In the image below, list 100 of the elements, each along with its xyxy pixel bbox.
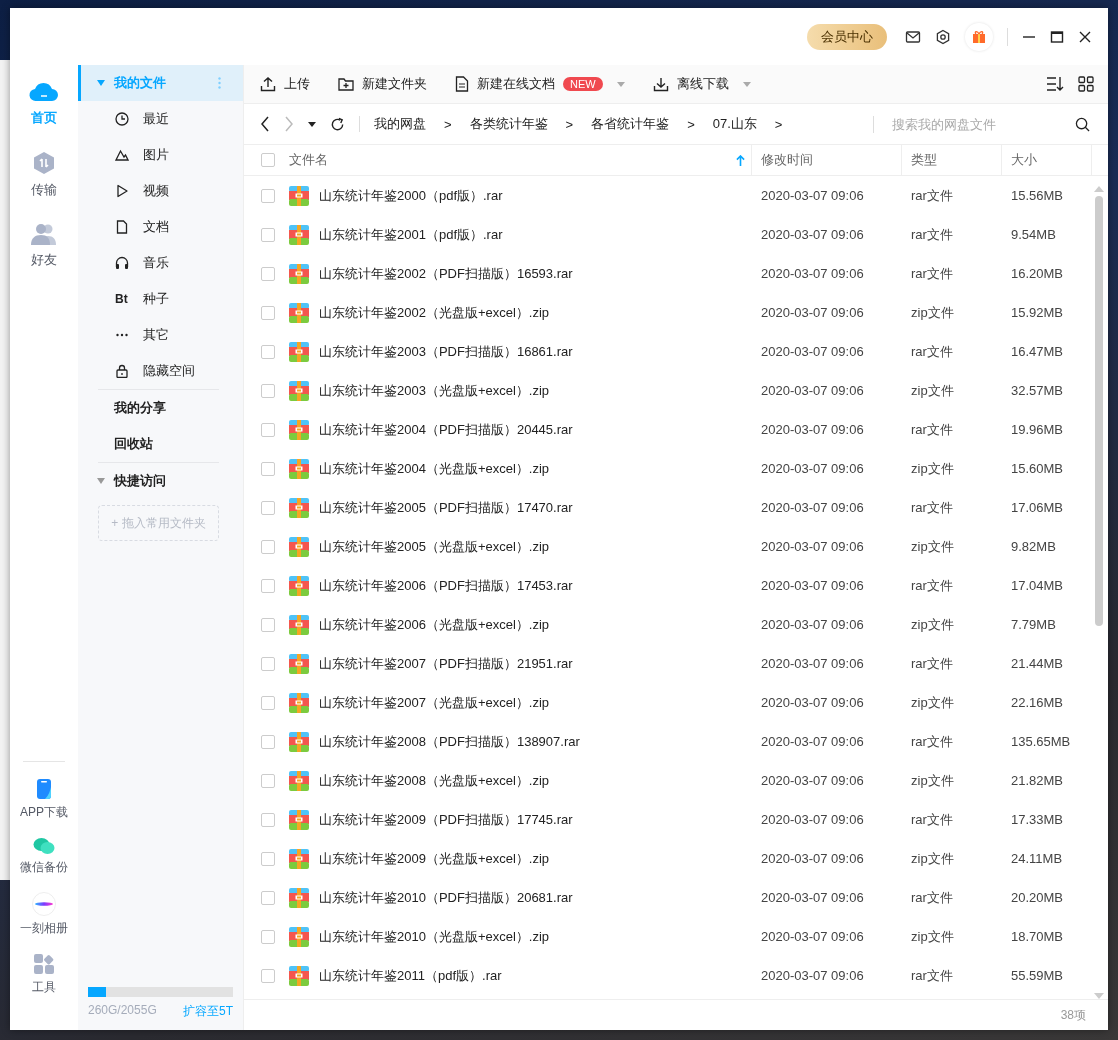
file-row[interactable]: 山东统计年鉴2005（PDF扫描版）17470.rar 2020-03-07 09:06 rar文件 17.06MB bbox=[244, 488, 1094, 527]
row-checkbox[interactable] bbox=[261, 773, 275, 788]
breadcrumb-link[interactable]: 各类统计年鉴 bbox=[469, 115, 548, 133]
sort-icon[interactable] bbox=[1046, 76, 1064, 92]
search-field[interactable]: 搜索我的网盘文件 bbox=[873, 115, 1090, 133]
row-checkbox[interactable] bbox=[261, 812, 275, 827]
select-all-checkbox[interactable] bbox=[261, 153, 275, 167]
item-count: 38项 bbox=[1060, 1006, 1086, 1024]
toolbar-button[interactable]: 离线下载 bbox=[652, 75, 751, 93]
file-row[interactable]: 山东统计年鉴2002（光盘版+excel）.zip 2020-03-07 09:06 zip文件 15.92MB bbox=[244, 293, 1094, 332]
file-size: 9.54MB bbox=[1010, 227, 1057, 242]
row-checkbox[interactable] bbox=[261, 929, 275, 944]
row-checkbox[interactable] bbox=[261, 422, 275, 437]
category-item[interactable]: 图片 bbox=[78, 137, 243, 173]
file-size: 17.06MB bbox=[1010, 500, 1065, 515]
row-checkbox[interactable] bbox=[261, 500, 275, 515]
row-checkbox[interactable] bbox=[261, 227, 275, 242]
row-checkbox[interactable] bbox=[261, 734, 275, 749]
file-row[interactable]: 山东统计年鉴2006（光盘版+excel）.zip 2020-03-07 09:06 zip文件 7.79MB bbox=[244, 605, 1094, 644]
row-checkbox[interactable] bbox=[261, 695, 275, 710]
forward-icon[interactable] bbox=[284, 116, 294, 132]
column-header[interactable]: 大小 bbox=[1002, 145, 1092, 175]
file-type: zip文件 bbox=[910, 537, 955, 556]
nav-item[interactable]: 工具 bbox=[32, 953, 56, 996]
toolbar-button[interactable]: 上传 bbox=[260, 75, 310, 93]
row-checkbox[interactable] bbox=[261, 305, 275, 320]
settings-icon[interactable] bbox=[935, 28, 951, 45]
sidebar-item[interactable]: 我的分享 bbox=[78, 390, 243, 426]
row-checkbox[interactable] bbox=[261, 266, 275, 281]
file-name: 山东统计年鉴2006（光盘版+excel）.zip bbox=[319, 615, 550, 634]
column-header[interactable]: 修改时间 bbox=[752, 145, 902, 175]
nav-item[interactable]: 一刻相册 bbox=[20, 892, 68, 937]
file-row[interactable]: 山东统计年鉴2003（光盘版+excel）.zip 2020-03-07 09:06 zip文件 32.57MB bbox=[244, 371, 1094, 410]
file-row[interactable]: 山东统计年鉴2008（光盘版+excel）.zip 2020-03-07 09:06 zip文件 21.82MB bbox=[244, 761, 1094, 800]
breadcrumb-link[interactable]: 07.山东 bbox=[712, 115, 757, 133]
file-row[interactable]: 山东统计年鉴2009（PDF扫描版）17745.rar 2020-03-07 09:06 rar文件 17.33MB bbox=[244, 800, 1094, 839]
file-name: 山东统计年鉴2003（PDF扫描版）16861.rar bbox=[319, 342, 573, 361]
scroll-up-icon[interactable] bbox=[1094, 186, 1104, 192]
quick-access-item[interactable]: 快捷访问 bbox=[78, 463, 243, 499]
row-checkbox[interactable] bbox=[261, 539, 275, 554]
category-item[interactable]: 其它 bbox=[78, 317, 243, 353]
toolbar-button[interactable]: 新建文件夹 bbox=[338, 75, 427, 93]
row-checkbox[interactable] bbox=[261, 344, 275, 359]
sidebar-item[interactable]: 回收站 bbox=[78, 426, 243, 462]
archive-file-icon bbox=[289, 575, 309, 596]
file-row[interactable]: 山东统计年鉴2004（光盘版+excel）.zip 2020-03-07 09:06 zip文件 15.60MB bbox=[244, 449, 1094, 488]
more-icon[interactable] bbox=[218, 77, 221, 89]
grid-view-icon[interactable] bbox=[1078, 76, 1094, 92]
file-row[interactable]: 山东统计年鉴2007（光盘版+excel）.zip 2020-03-07 09:06 zip文件 22.16MB bbox=[244, 683, 1094, 722]
file-name: 山东统计年鉴2007（PDF扫描版）21951.rar bbox=[319, 654, 573, 673]
maximize-icon[interactable] bbox=[1050, 29, 1064, 44]
gift-icon[interactable] bbox=[971, 28, 987, 45]
refresh-icon[interactable] bbox=[330, 116, 345, 132]
vip-center-button[interactable]: 会员中心 bbox=[807, 23, 887, 50]
file-row[interactable]: 山东统计年鉴2003（PDF扫描版）16861.rar 2020-03-07 09:06 rar文件 16.47MB bbox=[244, 332, 1094, 371]
row-checkbox[interactable] bbox=[261, 968, 275, 983]
back-icon[interactable] bbox=[260, 116, 270, 132]
file-size: 55.59MB bbox=[1010, 968, 1065, 983]
file-row[interactable]: 山东统计年鉴2002（PDF扫描版）16593.rar 2020-03-07 09:06 rar文件 16.20MB bbox=[244, 254, 1094, 293]
category-item[interactable]: 最近 bbox=[78, 101, 243, 137]
breadcrumb-link[interactable]: 各省统计年鉴 bbox=[591, 115, 670, 133]
row-checkbox[interactable] bbox=[261, 617, 275, 632]
file-row[interactable]: 山东统计年鉴2005（光盘版+excel）.zip 2020-03-07 09:06 zip文件 9.82MB bbox=[244, 527, 1094, 566]
row-checkbox[interactable] bbox=[261, 383, 275, 398]
breadcrumb-link[interactable]: 我的网盘 bbox=[374, 115, 426, 133]
row-checkbox[interactable] bbox=[261, 188, 275, 203]
file-row[interactable]: 山东统计年鉴2010（光盘版+excel）.zip 2020-03-07 09:06 zip文件 18.70MB bbox=[244, 917, 1094, 956]
row-checkbox[interactable] bbox=[261, 578, 275, 593]
file-row[interactable]: 山东统计年鉴2010（PDF扫描版）20681.rar 2020-03-07 09:06 rar文件 20.20MB bbox=[244, 878, 1094, 917]
category-item[interactable]: 文档 bbox=[78, 209, 243, 245]
close-icon[interactable] bbox=[1078, 29, 1092, 44]
nav-item[interactable]: 传输 bbox=[31, 151, 57, 199]
dropdown-caret-icon[interactable] bbox=[742, 81, 751, 87]
file-row[interactable]: 山东统计年鉴2011（pdf版）.rar 2020-03-07 09:06 rar文件 55.59MB bbox=[244, 956, 1094, 995]
category-item[interactable]: 视频 bbox=[78, 173, 243, 209]
category-item[interactable]: 音乐 bbox=[78, 245, 243, 281]
row-checkbox[interactable] bbox=[261, 890, 275, 905]
toolbar-button[interactable]: 新建在线文档 NEW bbox=[455, 75, 625, 93]
row-checkbox[interactable] bbox=[261, 851, 275, 866]
file-row[interactable]: 山东统计年鉴2000（pdf版）.rar 2020-03-07 09:06 rar文件 15.56MB bbox=[244, 176, 1094, 215]
history-caret-icon[interactable] bbox=[308, 121, 316, 127]
nav-item[interactable]: APP下载 bbox=[20, 778, 68, 821]
dropdown-caret-icon[interactable] bbox=[616, 81, 625, 87]
row-checkbox[interactable] bbox=[261, 461, 275, 476]
row-checkbox[interactable] bbox=[261, 656, 275, 671]
column-header[interactable]: 类型 bbox=[902, 145, 1002, 175]
file-row[interactable]: 山东统计年鉴2001（pdf版）.rar 2020-03-07 09:06 rar文件 9.54MB bbox=[244, 215, 1094, 254]
mail-icon[interactable] bbox=[905, 28, 921, 45]
column-header[interactable]: 文件名 bbox=[288, 145, 752, 175]
search-icon[interactable] bbox=[1075, 116, 1090, 132]
file-row[interactable]: 山东统计年鉴2004（PDF扫描版）20445.rar 2020-03-07 09:06 rar文件 19.96MB bbox=[244, 410, 1094, 449]
scroll-down-icon[interactable] bbox=[1094, 993, 1104, 999]
nav-item[interactable]: 微信备份 bbox=[20, 837, 68, 876]
file-row[interactable]: 山东统计年鉴2009（光盘版+excel）.zip 2020-03-07 09:06 zip文件 24.11MB bbox=[244, 839, 1094, 878]
file-row[interactable]: 山东统计年鉴2006（PDF扫描版）17453.rar 2020-03-07 09:06 rar文件 17.04MB bbox=[244, 566, 1094, 605]
category-item[interactable]: 隐藏空间 bbox=[78, 353, 243, 389]
nav-item[interactable]: 好友 bbox=[31, 223, 57, 269]
file-row[interactable]: 山东统计年鉴2007（PDF扫描版）21951.rar 2020-03-07 09:06 rar文件 21.44MB bbox=[244, 644, 1094, 683]
file-row[interactable]: 山东统计年鉴2008（PDF扫描版）138907.rar 2020-03-07 09:06 rar文件 135.65MB bbox=[244, 722, 1094, 761]
category-item[interactable]: Bt 种子 bbox=[78, 281, 243, 317]
